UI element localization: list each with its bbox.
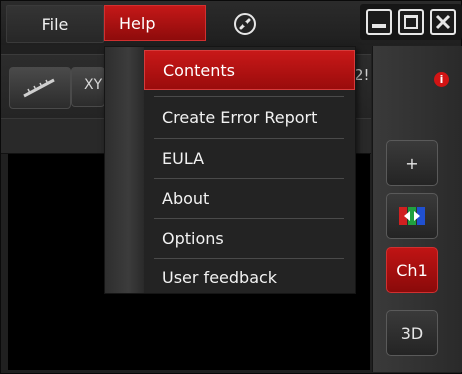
clipped-value: 2! (354, 66, 370, 84)
minimize-icon[interactable] (366, 9, 392, 35)
maximize-icon[interactable] (398, 9, 424, 35)
close-icon[interactable] (430, 9, 456, 35)
menu-file[interactable]: File (6, 5, 104, 43)
window-controls (360, 4, 462, 40)
menu-item-contents[interactable]: Contents (144, 50, 355, 90)
help-dropdown-menu: Contents Create Error Report EULA About … (104, 46, 356, 294)
add-button[interactable]: + (386, 140, 438, 186)
menu-gutter (105, 47, 144, 293)
menu-item-about[interactable]: About (144, 178, 355, 218)
menu-item-user-feedback[interactable]: User feedback (144, 257, 355, 297)
menu-help[interactable]: Help (104, 5, 206, 41)
channels-icon (399, 207, 425, 225)
menu-item-create-error-report[interactable]: Create Error Report (144, 97, 355, 137)
menu-item-eula[interactable]: EULA (144, 138, 355, 178)
pin-icon[interactable] (234, 13, 256, 35)
alert-icon[interactable]: i (434, 72, 449, 87)
menu-item-options[interactable]: Options (144, 218, 355, 258)
ruler-icon (23, 78, 55, 98)
view-3d-button[interactable]: 3D (386, 310, 438, 356)
channel-1-button[interactable]: Ch1 (386, 247, 438, 293)
xy-tool-button[interactable]: XY (71, 67, 105, 107)
ruler-tool-button[interactable] (9, 67, 71, 109)
channels-button[interactable] (386, 193, 438, 239)
